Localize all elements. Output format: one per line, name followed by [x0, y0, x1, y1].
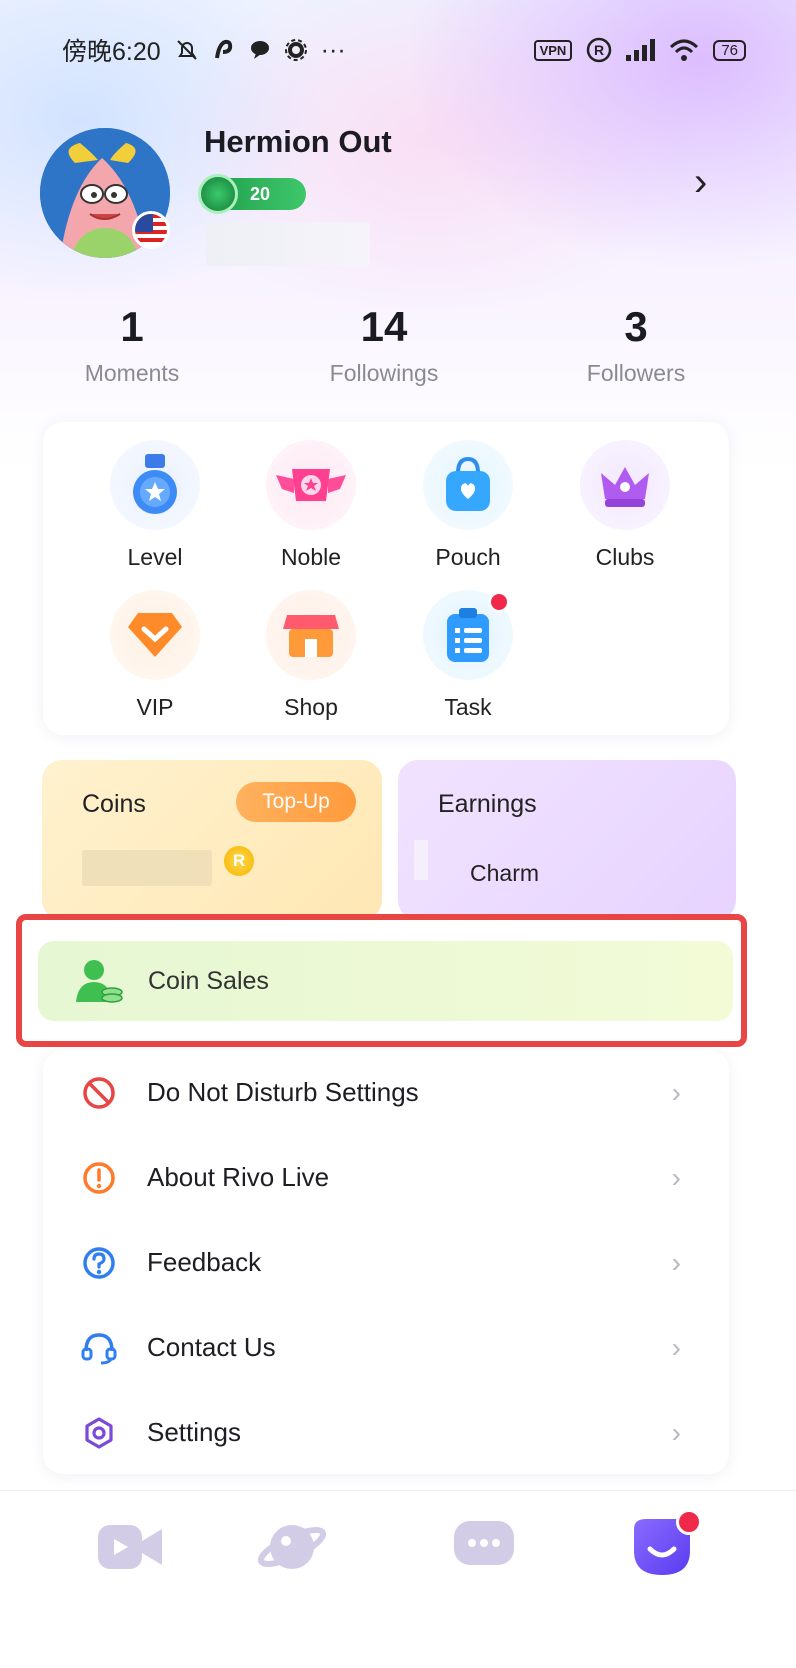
message-notification-icon — [250, 41, 269, 59]
feature-task[interactable]: Task — [398, 590, 538, 721]
feature-vip[interactable]: VIP — [85, 590, 225, 721]
feature-clubs[interactable]: Clubs — [555, 440, 695, 571]
medal-icon — [110, 440, 200, 530]
headset-icon — [79, 1328, 119, 1368]
feature-level[interactable]: Level — [85, 440, 225, 571]
feature-pouch[interactable]: Pouch — [398, 440, 538, 571]
stat-value: 1 — [120, 303, 144, 350]
profile-chevron-icon[interactable]: › — [694, 162, 707, 202]
earnings-card[interactable]: Earnings Charm — [398, 760, 736, 920]
vpn-indicator: VPN — [533, 39, 573, 61]
coins-card[interactable]: Coins Top-Up R — [42, 760, 382, 920]
charm-label: Charm — [470, 860, 540, 886]
earnings-label: Earnings — [438, 790, 537, 818]
no-disturb-icon — [79, 1073, 119, 1113]
app-notification-icon — [214, 39, 232, 59]
top-up-button[interactable]: Top-Up — [236, 782, 356, 822]
chevron-right-icon: › — [671, 1331, 681, 1363]
us-flag-icon — [132, 211, 170, 249]
level-badge[interactable]: 20 — [198, 174, 306, 214]
wifi-icon — [670, 39, 699, 61]
live-video-icon — [98, 1525, 162, 1569]
menu-item-label: About Rivo Live — [147, 1162, 330, 1192]
feature-noble[interactable]: Noble — [241, 440, 381, 571]
stat-followers[interactable]: 3 Followers — [536, 302, 736, 387]
feature-label: VIP — [136, 694, 174, 720]
bell-off-icon — [176, 40, 197, 60]
stat-value: 3 — [624, 303, 648, 350]
feature-grid: Level Noble Pouch Clubs VIP Shop Task — [43, 422, 729, 735]
user-name: Hermion Out — [204, 124, 392, 159]
stat-followings[interactable]: 14 Followings — [284, 302, 484, 387]
feature-label: Noble — [280, 544, 342, 570]
chevron-right-icon: › — [671, 1416, 681, 1448]
highlight-box — [16, 914, 747, 1047]
bottom-nav — [0, 1490, 796, 1668]
menu-item-settings[interactable]: Settings › — [43, 1390, 729, 1475]
diamond-icon — [110, 590, 200, 680]
signal-icon — [626, 39, 656, 61]
profile-notification-dot — [676, 1509, 702, 1535]
menu-item-label: Settings — [147, 1417, 241, 1447]
registered-icon: R — [587, 37, 612, 63]
crown-icon — [580, 440, 670, 530]
chevron-right-icon: › — [671, 1161, 681, 1193]
menu-item-about[interactable]: About Rivo Live › — [43, 1135, 729, 1220]
nav-messages[interactable] — [434, 1515, 534, 1615]
menu-item-do-not-disturb[interactable]: Do Not Disturb Settings › — [43, 1050, 729, 1135]
coin-icon: R — [224, 846, 254, 876]
feature-label: Shop — [284, 694, 338, 720]
feature-shop[interactable]: Shop — [241, 590, 381, 721]
feature-label: Clubs — [595, 544, 655, 570]
level-value: 20 — [250, 183, 271, 204]
stat-label: Followers — [586, 360, 686, 386]
task-notification-dot — [489, 592, 509, 612]
stat-label: Followings — [329, 360, 439, 386]
user-id-redacted — [206, 222, 370, 266]
menu-item-label: Contact Us — [147, 1332, 276, 1362]
nav-profile[interactable] — [612, 1509, 712, 1615]
level-star-icon — [198, 174, 238, 214]
bag-icon — [423, 440, 513, 530]
planet-icon — [257, 1525, 327, 1569]
stat-value: 14 — [360, 303, 408, 350]
battery-indicator: 76 — [713, 39, 746, 61]
menu-item-label: Feedback — [147, 1247, 262, 1277]
more-notifications-icon: ··· — [320, 35, 346, 64]
status-bar: 傍晚6:20 ··· VPN R 76 — [0, 0, 796, 100]
menu-item-contact[interactable]: Contact Us › — [43, 1305, 729, 1390]
store-icon — [266, 590, 356, 680]
noble-wings-icon — [266, 440, 356, 530]
svg-text:R: R — [594, 42, 604, 58]
feature-label: Pouch — [435, 544, 501, 570]
help-icon — [79, 1243, 119, 1283]
menu-item-feedback[interactable]: Feedback › — [43, 1220, 729, 1305]
settings-menu: Do Not Disturb Settings › About Rivo Liv… — [43, 1050, 729, 1474]
chevron-right-icon: › — [671, 1246, 681, 1278]
coin-balance-redacted — [82, 850, 212, 886]
charm-value-redacted — [414, 840, 428, 880]
stat-moments[interactable]: 1 Moments — [32, 302, 232, 387]
chevron-right-icon: › — [671, 1076, 681, 1108]
chat-icon — [454, 1521, 514, 1565]
status-time: 傍晚6:20 — [62, 38, 161, 66]
gear-notification-icon — [284, 39, 307, 61]
info-alert-icon — [79, 1158, 119, 1198]
menu-item-label: Do Not Disturb Settings — [147, 1077, 419, 1107]
nav-live[interactable] — [80, 1515, 180, 1615]
feature-label: Level — [127, 544, 183, 570]
coins-label: Coins — [82, 790, 146, 818]
stat-label: Moments — [84, 360, 180, 386]
feature-label: Task — [444, 694, 492, 720]
clipboard-icon — [423, 590, 513, 680]
gear-icon — [79, 1413, 119, 1453]
nav-explore[interactable] — [242, 1515, 342, 1615]
